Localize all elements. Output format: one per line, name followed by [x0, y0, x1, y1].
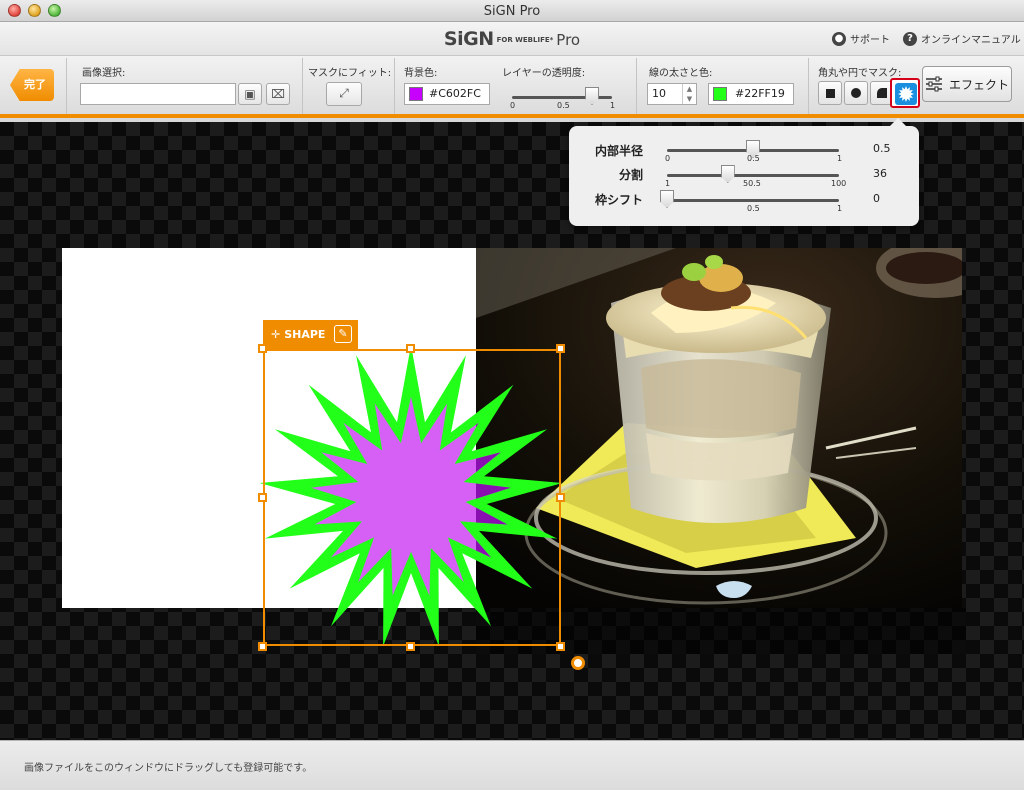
- support-label: サポート: [850, 35, 890, 46]
- title-bar: SiGN Pro: [0, 0, 1024, 22]
- image-browse-button[interactable]: ▣: [238, 83, 262, 105]
- divider: [394, 58, 395, 114]
- sliders-icon: [925, 76, 942, 92]
- divider: [636, 58, 637, 114]
- image-path-field[interactable]: [80, 83, 236, 105]
- expand-icon: ⤢: [339, 86, 349, 100]
- shape-layer-tag[interactable]: ✛ SHAPE ✎: [263, 320, 358, 349]
- opacity-max: 1: [610, 101, 616, 110]
- user-icon: ●: [832, 31, 846, 46]
- rotate-handle[interactable]: [571, 656, 585, 670]
- done-button[interactable]: 完了: [10, 69, 54, 101]
- resize-handle-top-right[interactable]: [556, 344, 565, 353]
- clear-icon: ⌧: [271, 87, 285, 101]
- frame-shift-slider-track[interactable]: [667, 199, 839, 202]
- image-clear-button[interactable]: ⌧: [266, 83, 290, 105]
- resize-handle-bottom[interactable]: [406, 642, 415, 651]
- status-text: 画像ファイルをこのウィンドウにドラッグしても登録可能です。: [24, 763, 313, 774]
- resize-handle-bottom-left[interactable]: [258, 642, 267, 651]
- divisions-min: 1: [665, 179, 671, 188]
- frame-shift-mid: 0.5: [747, 204, 760, 213]
- divisions-value: 36: [873, 167, 887, 180]
- bg-color-swatch[interactable]: [409, 87, 423, 101]
- inner-radius-mid: 0.5: [747, 154, 760, 163]
- divisions-slider-track[interactable]: [667, 174, 839, 177]
- shape-tag-label: SHAPE: [284, 328, 326, 341]
- bg-color-label: 背景色:: [404, 68, 438, 79]
- online-manual-link[interactable]: ? オンラインマニュアル: [903, 31, 1021, 46]
- fit-to-mask-button[interactable]: ⤢: [326, 82, 362, 106]
- starburst-icon: [898, 86, 914, 102]
- frame-shift-value: 0: [873, 192, 880, 205]
- mask-starburst-button[interactable]: [890, 78, 920, 108]
- effect-button[interactable]: エフェクト: [922, 66, 1012, 102]
- mask-label: 角丸や円でマスク:: [818, 68, 902, 79]
- divisions-slider-knob[interactable]: [720, 165, 735, 183]
- resize-handle-left[interactable]: [258, 493, 267, 502]
- opacity-slider-knob[interactable]: [585, 87, 599, 105]
- inner-radius-min: 0: [665, 154, 671, 163]
- frame-shift-max: 1: [837, 204, 843, 213]
- resize-handle-top[interactable]: [406, 344, 415, 353]
- frame-shift-label: 枠シフト: [594, 193, 643, 207]
- support-link[interactable]: ● サポート: [832, 31, 890, 46]
- status-bar: 画像ファイルをこのウィンドウにドラッグしても登録可能です。: [0, 740, 1024, 790]
- divisions-mid: 50.5: [743, 179, 761, 188]
- resize-handle-right[interactable]: [556, 493, 565, 502]
- divisions-label: 分割: [618, 168, 643, 182]
- circle-icon: [851, 88, 861, 98]
- edit-icon[interactable]: ✎: [334, 325, 352, 343]
- resize-handle-top-left[interactable]: [258, 344, 267, 353]
- effect-label: エフェクト: [948, 77, 1009, 92]
- square-icon: [826, 89, 835, 98]
- divisions-max: 100: [831, 179, 847, 188]
- help-icon: ?: [903, 31, 917, 46]
- logo-for: FOR WEBLIFE*: [496, 36, 554, 44]
- stroke-label: 線の太さと色:: [649, 68, 713, 79]
- inner-radius-max: 1: [837, 154, 843, 163]
- image-icon: ▣: [244, 87, 256, 101]
- move-icon[interactable]: ✛: [271, 320, 280, 349]
- divider: [66, 58, 67, 114]
- mask-square-button[interactable]: [818, 81, 842, 105]
- window-title: SiGN Pro: [483, 4, 541, 19]
- stroke-width-stepper[interactable]: ▲ ▼: [682, 84, 696, 104]
- opacity-label: レイヤーの透明度:: [502, 68, 586, 79]
- fit-mask-label: マスクにフィット:: [308, 68, 392, 79]
- logo-pro: Pro: [556, 31, 581, 49]
- mask-circle-button[interactable]: [844, 81, 868, 105]
- resize-handle-bottom-right[interactable]: [556, 642, 565, 651]
- toolbar: 完了 画像選択: ▣ ⌧ マスクにフィット: ⤢ 背景色: #C602FC レイ…: [0, 56, 1024, 118]
- image-select-label: 画像選択:: [82, 68, 126, 79]
- divider: [808, 58, 809, 114]
- logo-main: SiGN: [443, 28, 494, 50]
- opacity-min: 0: [510, 101, 516, 110]
- frame-shift-slider-knob[interactable]: [660, 190, 674, 208]
- inner-radius-label: 内部半径: [594, 144, 643, 158]
- stroke-color-swatch[interactable]: [713, 87, 727, 101]
- divider: [302, 58, 303, 114]
- manual-label: オンラインマニュアル: [921, 35, 1021, 46]
- opacity-mid: 0.5: [557, 101, 570, 110]
- inner-radius-value: 0.5: [873, 142, 891, 155]
- starburst-settings-popover: 内部半径 0 0.5 1 0.5 分割 1 50.5 100 36 枠シフト 0…: [569, 118, 919, 226]
- app-header: SiGN FOR WEBLIFE* Pro ● サポート ? オンラインマニュアル: [0, 22, 1024, 56]
